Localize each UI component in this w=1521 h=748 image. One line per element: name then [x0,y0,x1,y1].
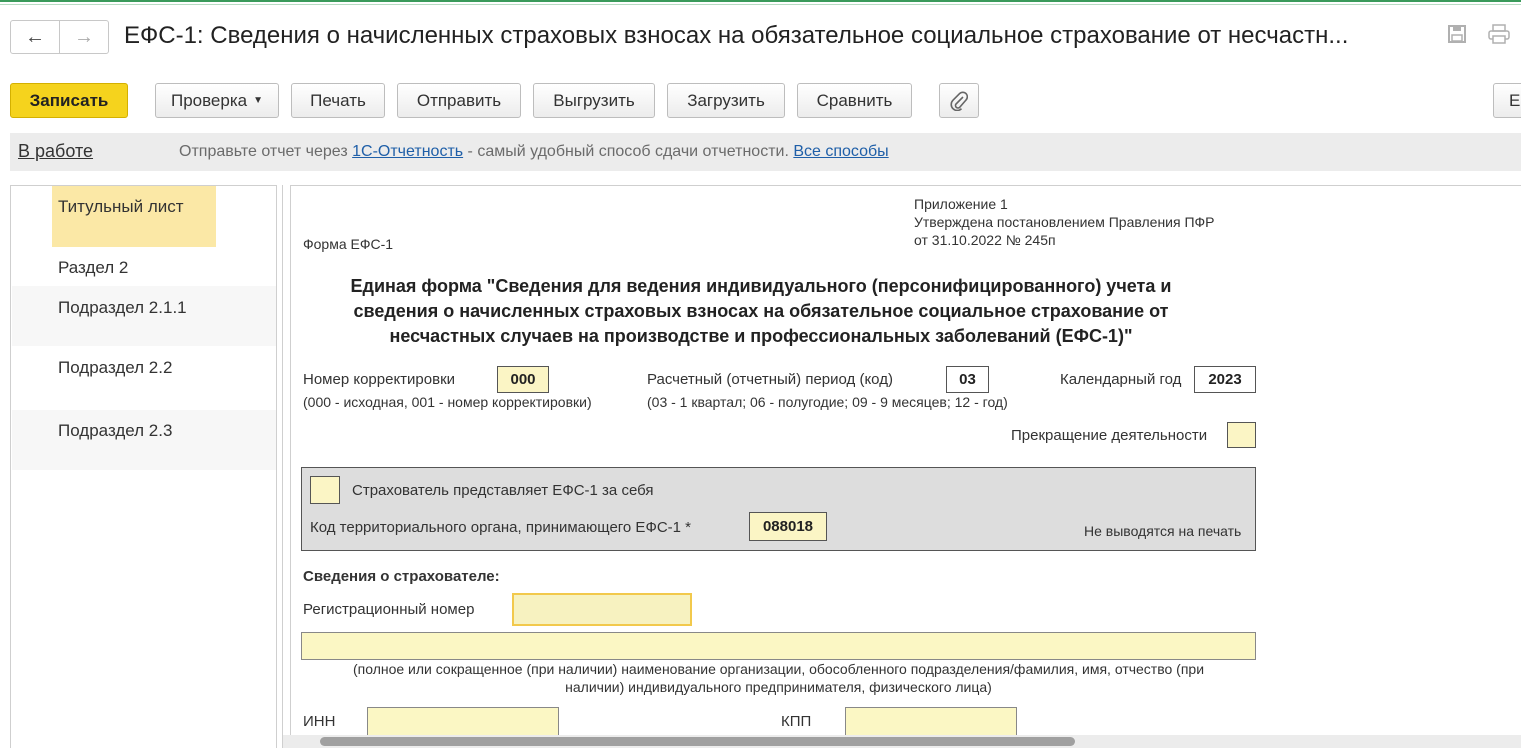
insurer-heading: Сведения о страхователе: [303,568,500,585]
name-hint-line-2: наличии) индивидуального предпринимателя… [565,679,992,695]
sidebar-item-subsection-2-3[interactable]: Подраздел 2.3 [58,421,172,441]
paperclip-icon [950,90,968,111]
more-button[interactable]: Е [1493,83,1521,118]
printer-icon[interactable] [1488,24,1510,50]
1c-reporting-link[interactable]: 1С-Отчетность [352,143,463,160]
back-arrow-icon[interactable]: ← [11,21,60,53]
termination-label: Прекращение деятельности [1011,427,1208,444]
check-button-label: Проверка [170,90,248,110]
registration-number-field[interactable] [512,593,692,626]
caret-down-icon: ▼ [253,95,264,106]
registration-number-label: Регистрационный номер [303,601,475,618]
territory-label: Код территориального органа, принимающег… [310,519,692,536]
organization-name-field[interactable] [301,632,1256,660]
info-text-middle: - самый удобный способ сдачи отчетности. [463,143,794,160]
navigation-buttons: ← → [10,20,109,54]
all-methods-link[interactable]: Все способы [793,143,888,160]
correction-hint: (000 - исходная, 001 - номер корректиров… [303,394,592,410]
check-dropdown-button[interactable]: Проверка ▼ [155,83,279,118]
window-title: ЕФС-1: Сведения о начисленных страховых … [124,22,1349,49]
calendar-year-field[interactable]: 2023 [1194,366,1256,393]
territory-code-field[interactable]: 088018 [749,512,827,541]
termination-checkbox[interactable] [1227,422,1256,448]
window-top-border [0,0,1521,5]
save-button[interactable]: Записать [10,83,128,118]
sidebar-item-section-2[interactable]: Раздел 2 [58,258,128,278]
period-label: Расчетный (отчетный) период (код) [647,371,893,388]
sidebar-item-title-page[interactable]: Титульный лист [58,197,184,217]
kpp-label: КПП [781,713,812,730]
correction-label: Номер корректировки [303,371,456,388]
self-representation-label: Страхователь представляет ЕФС-1 за себя [352,482,654,499]
info-text-before: Отправьте отчет через [179,143,353,160]
appendix-line-2: Утверждена постановлением Правления ПФР [914,214,1215,230]
sidebar-item-subsection-2-2[interactable]: Подраздел 2.2 [58,358,172,378]
period-hint: (03 - 1 квартал; 06 - полугодие; 09 - 9 … [647,394,1008,410]
self-representation-checkbox[interactable] [310,476,340,504]
appendix-line-1: Приложение 1 [914,196,1008,212]
export-button[interactable]: Выгрузить [533,83,655,118]
forward-arrow-icon[interactable]: → [60,21,108,53]
print-button[interactable]: Печать [291,83,385,118]
inn-label: ИНН [303,713,336,730]
form-heading-line-2: сведения о начисленных страховых взносах… [353,301,1169,321]
sections-sidebar: Титульный лист Раздел 2 Подраздел 2.1.1 … [10,185,277,748]
form-heading-line-3: несчастных случаев на производстве и про… [389,326,1133,346]
splitter[interactable] [282,185,283,748]
horizontal-scrollbar-thumb[interactable] [320,737,1075,746]
info-text: Отправьте отчет через 1С-Отчетность - са… [179,143,889,161]
save-disk-icon[interactable] [1447,24,1467,50]
import-button[interactable]: Загрузить [667,83,785,118]
period-code-field[interactable]: 03 [946,366,989,393]
form-heading-line-1: Единая форма "Сведения для ведения индив… [350,276,1172,296]
send-button[interactable]: Отправить [397,83,521,118]
status-link[interactable]: В работе [18,141,93,162]
year-label: Календарный год [1060,371,1182,388]
correction-number-field[interactable]: 000 [497,366,549,393]
kpp-field[interactable] [845,707,1017,737]
name-hint-line-1: (полное или сокращенное (при наличии) на… [352,661,1205,677]
inn-field[interactable] [367,707,559,737]
form-document: Приложение 1 Утверждена постановлением П… [290,185,1521,748]
non-printing-panel: Страхователь представляет ЕФС-1 за себя … [301,467,1256,551]
no-print-note: Не выводятся на печать [1084,523,1242,539]
info-bar: В работе Отправьте отчет через 1С-Отчетн… [10,133,1521,171]
sidebar-item-subsection-2-1-1[interactable]: Подраздел 2.1.1 [58,298,187,318]
compare-button[interactable]: Сравнить [797,83,912,118]
form-label: Форма ЕФС-1 [303,236,394,252]
attach-paperclip-button[interactable] [939,83,979,118]
appendix-line-3: от 31.10.2022 № 245п [914,232,1056,248]
